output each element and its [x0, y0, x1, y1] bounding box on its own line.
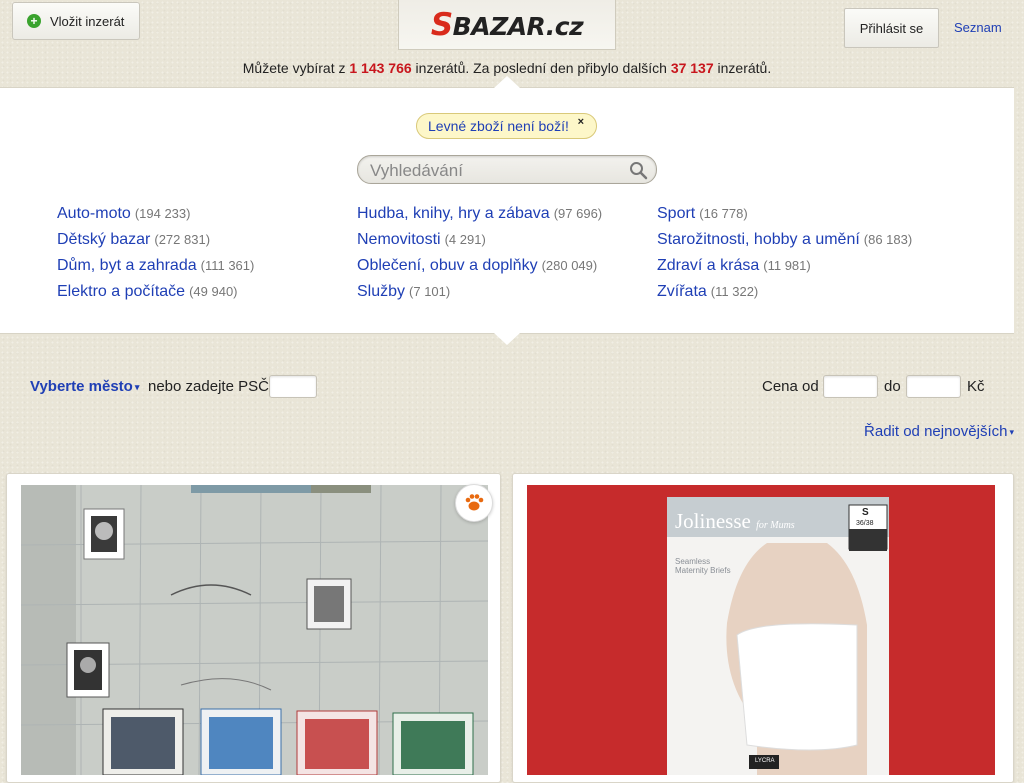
search-icon[interactable] [629, 161, 648, 185]
price-from-label: Cena od [762, 378, 819, 395]
category-obleceni[interactable]: Oblečení, obuv a doplňky (280 049) [357, 255, 602, 281]
add-listing-button[interactable]: + Vložit inzerát [12, 2, 140, 40]
category-name[interactable]: Sport [657, 205, 695, 222]
add-listing-label: Vložit inzerát [50, 13, 125, 29]
category-count: (86 183) [863, 232, 913, 247]
stats-mid: inzerátů. Za poslední den přibylo dalšíc… [415, 60, 667, 76]
listing-card[interactable]: Jolinesse for Mums S 36/38 Seamless Mate… [512, 473, 1014, 783]
logo-initial: S [430, 6, 453, 43]
product-brand-sub: for Mums [756, 520, 795, 531]
currency-label: Kč [967, 378, 985, 395]
category-detsky-bazar[interactable]: Dětský bazar (272 831) [57, 229, 254, 255]
category-column-1: Auto-moto (194 233) Dětský bazar (272 831)… [57, 203, 254, 307]
category-count: (111 361) [200, 258, 255, 273]
plus-icon: + [27, 14, 41, 28]
close-icon[interactable]: × [578, 116, 584, 128]
login-button[interactable]: Přihlásit se [844, 8, 939, 48]
product-size: S [862, 507, 869, 518]
category-name[interactable]: Oblečení, obuv a doplňky [357, 257, 538, 274]
category-count: (4 291) [444, 232, 486, 247]
category-name[interactable]: Hudba, knihy, hry a zábava [357, 205, 550, 222]
product-name: Seamless Maternity Briefs [675, 557, 731, 575]
panel-notch-top [494, 76, 520, 88]
psc-label: nebo zadejte PSČ [148, 378, 269, 395]
stats-suffix: inzerátů. [717, 60, 772, 76]
category-hudba-knihy[interactable]: Hudba, knihy, hry a zábava (97 696) [357, 203, 602, 229]
price-to-label: do [884, 378, 901, 395]
category-name[interactable]: Zvířata [657, 283, 707, 300]
city-select[interactable]: Vyberte město ▾ [30, 378, 139, 395]
product-brand-name: Jolinesse [675, 509, 751, 533]
lycra-logo: LYCRA [755, 758, 775, 764]
seznam-link[interactable]: Seznam [954, 20, 1002, 35]
category-count: (7 101) [409, 284, 451, 299]
category-elektro-pocitace[interactable]: Elektro a počítače (49 940) [57, 281, 254, 307]
city-select-label: Vyberte město [30, 378, 133, 395]
top-header: + Vložit inzerát SBAZAR.cz Přihlásit se … [0, 0, 1024, 88]
logo-text: SBAZAR.cz [430, 6, 584, 43]
product-brand: Jolinesse for Mums [675, 509, 795, 534]
category-sport[interactable]: Sport (16 778) [657, 203, 912, 229]
category-name[interactable]: Služby [357, 283, 405, 300]
category-starozitnosti[interactable]: Starožitnosti, hobby a umění (86 183) [657, 229, 912, 255]
stats-total: 1 143 766 [349, 60, 412, 76]
chevron-down-icon: ▾ [134, 382, 140, 392]
category-name[interactable]: Dům, byt a zahrada [57, 257, 197, 274]
listing-card[interactable] [6, 473, 501, 783]
category-count: (16 778) [699, 206, 748, 221]
category-name[interactable]: Nemovitosti [357, 231, 441, 248]
stats-line: Můžete vybírat z 1 143 766 inzerátů. Za … [0, 60, 1014, 76]
category-name[interactable]: Elektro a počítače [57, 283, 185, 300]
category-count: (11 322) [710, 284, 759, 299]
promo-bubble: Levné zboží není boží! × [416, 113, 597, 139]
product-size-sub: 36/38 [856, 520, 874, 527]
logo-rest: BAZAR.cz [452, 11, 584, 41]
panel-notch-bottom [494, 333, 520, 345]
chevron-down-icon: ▾ [1009, 427, 1014, 437]
category-count: (11 981) [763, 258, 811, 273]
category-auto-moto[interactable]: Auto-moto (194 233) [57, 203, 254, 229]
category-panel: Levné zboží není boží! × Auto-moto(194 2… [0, 76, 1014, 345]
listing-photo-maternity-briefs[interactable]: Jolinesse for Mums S 36/38 Seamless Mate… [527, 485, 995, 775]
category-zvirata[interactable]: Zvířata (11 322) [657, 281, 912, 307]
stats-new: 37 137 [670, 60, 714, 76]
category-count: (272 831) [154, 232, 211, 247]
psc-input[interactable] [269, 375, 317, 398]
logo[interactable]: SBAZAR.cz [398, 0, 616, 50]
category-count: (49 940) [189, 284, 238, 299]
category-count: (280 049) [541, 258, 598, 273]
category-name[interactable]: Dětský bazar [57, 231, 150, 248]
price-to-input[interactable] [906, 375, 961, 398]
search-box [357, 155, 657, 184]
category-zdravi-krasa[interactable]: Zdraví a krása (11 981) [657, 255, 912, 281]
promo-text: Levné zboží není boží! [428, 118, 569, 134]
category-dum-byt-zahrada[interactable]: Dům, byt a zahrada (111 361) [57, 255, 254, 281]
price-from-input[interactable] [823, 375, 878, 398]
category-column-3: Sport (16 778) Starožitnosti, hobby a umě… [657, 203, 912, 307]
category-sluzby[interactable]: Služby (7 101) [357, 281, 602, 307]
paw-icon[interactable] [455, 484, 493, 522]
category-name[interactable]: Starožitnosti, hobby a umění [657, 231, 860, 248]
category-nemovitosti[interactable]: Nemovitosti (4 291) [357, 229, 602, 255]
sort-select[interactable]: Řadit od nejnovějších ▾ [864, 423, 1014, 440]
sort-select-label: Řadit od nejnovějších [864, 423, 1008, 440]
category-name[interactable]: Auto-moto [57, 205, 131, 222]
category-name[interactable]: Zdraví a krása [657, 257, 759, 274]
category-count: (97 696) [553, 206, 603, 221]
search-input[interactable] [368, 159, 622, 183]
category-count: (194 233) [134, 206, 191, 221]
stats-prefix: Můžete vybírat z [242, 60, 346, 76]
listing-photo-stamp-album[interactable] [21, 485, 488, 775]
category-column-2: Hudba, knihy, hry a zábava (97 696) Nemov… [357, 203, 602, 307]
